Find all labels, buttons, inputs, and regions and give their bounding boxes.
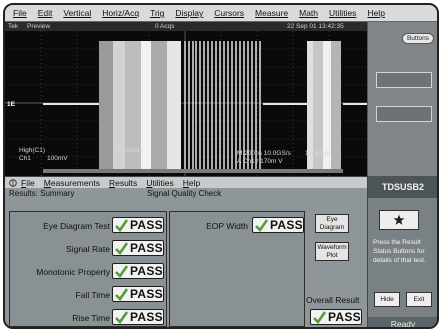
side-panel: TDSUSB2 Press the Result Status Buttons …	[367, 176, 437, 327]
channel-marker: 1E	[7, 101, 15, 108]
check-icon	[115, 310, 128, 324]
status-star-button[interactable]	[379, 210, 419, 230]
eye-diagram-test-pass-button[interactable]: PASS	[112, 217, 164, 233]
scope-status: Tek	[8, 23, 19, 30]
readout-slot-1	[376, 72, 432, 88]
hide-button[interactable]: Hide	[374, 292, 400, 307]
channel-label: Ch1	[19, 155, 31, 162]
overall-result-label: Overall Result	[306, 295, 360, 305]
menu-cursors[interactable]: Cursors	[214, 8, 244, 18]
exit-button[interactable]: Exit	[406, 292, 432, 307]
results-area: Eye Diagram Test PASS Signal Rate PASS M…	[5, 199, 367, 327]
pass-label: PASS	[328, 310, 361, 324]
app-menu-bar: File Measurements Results Utilities Help	[5, 176, 367, 188]
eop-width-label: EOP Width	[206, 221, 248, 231]
app-menu-results-rest: esults	[115, 177, 138, 188]
menu-measure[interactable]: Measure	[255, 8, 288, 18]
pass-label: PASS	[130, 241, 163, 255]
scope-status-bar: Tek Preview 0 Acqs 22 Sep 01 13:42:35	[5, 22, 367, 31]
scope-mode: Preview	[27, 23, 51, 30]
test-label: Monotonic Property	[36, 267, 110, 277]
test-results-panel: Eye Diagram Test PASS Signal Rate PASS M…	[9, 211, 167, 327]
check-icon	[115, 218, 128, 232]
waveform-plot-button[interactable]: Waveform Plot	[315, 242, 349, 261]
test-label: Fall Time	[75, 290, 110, 300]
pass-label: PASS	[130, 264, 163, 278]
pass-label: PASS	[130, 310, 163, 324]
scope-timestamp: 22 Sep 01 13:42:35	[287, 23, 344, 30]
buttons-toggle-button[interactable]: Buttons	[402, 33, 434, 44]
menu-horiz-acq[interactable]: Horiz/Acq	[102, 8, 139, 18]
sample-interval-readout: 100ps/pt	[305, 150, 330, 157]
test-label: Rise Time	[72, 313, 110, 323]
app-menu-measurements-rest: easurements	[50, 177, 100, 188]
waveform-display[interactable]: Tek Preview 0 Acqs 22 Sep 01 13:42:35 1E…	[5, 22, 367, 176]
eop-width-pass-button[interactable]: PASS	[252, 217, 304, 233]
readout-slot-2	[376, 106, 432, 122]
pass-label: PASS	[130, 287, 163, 301]
app-title: TDSUSB2	[368, 176, 437, 198]
app-menu-help-rest: elp	[188, 177, 201, 188]
star-icon	[393, 214, 405, 225]
app-menu-file[interactable]: File	[21, 178, 35, 188]
menu-help[interactable]: Help	[367, 8, 384, 18]
signal-rate-pass-button[interactable]: PASS	[112, 240, 164, 256]
menu-vertical[interactable]: Vertical	[63, 8, 91, 18]
check-icon	[115, 287, 128, 301]
menu-utilities[interactable]: Utilities	[329, 8, 356, 18]
check-icon	[313, 310, 326, 324]
test-label: Eye Diagram Test	[43, 221, 110, 231]
help-text: Press the Result Status Buttons for deta…	[373, 239, 426, 264]
status-bar: Ready	[368, 317, 437, 327]
app-window: File Edit Vertical Horiz/Acq Trig Displa…	[3, 3, 439, 329]
pass-label: PASS	[270, 218, 303, 232]
pass-label: PASS	[130, 218, 163, 232]
test-label: Signal Rate	[66, 244, 110, 254]
app-menu-utilities-rest: tilities	[152, 177, 174, 188]
check-icon	[115, 241, 128, 255]
results-summary-label: Results: Summary	[9, 189, 75, 198]
menu-trig[interactable]: Trig	[150, 8, 164, 18]
app-menu-help[interactable]: Help	[183, 178, 200, 188]
check-icon	[115, 264, 128, 278]
channel-scale: 100mV	[47, 155, 68, 162]
eop-panel: EOP Width PASS	[169, 211, 305, 327]
timebase-readout: M 200ns 10.0GS/s	[237, 150, 291, 157]
menu-file[interactable]: File	[13, 8, 27, 18]
app-menu-results[interactable]: Results	[109, 178, 137, 188]
fall-time-pass-button[interactable]: PASS	[112, 286, 164, 302]
rise-time-pass-button[interactable]: PASS	[112, 309, 164, 325]
app-menu-measurements-mnemonic: M	[43, 177, 51, 188]
scope-right-panel: Buttons	[367, 22, 437, 176]
menu-display[interactable]: Display	[175, 8, 203, 18]
scope-menu-bar: File Edit Vertical Horiz/Acq Trig Displa…	[5, 5, 437, 22]
menu-edit[interactable]: Edit	[38, 8, 53, 18]
trigger-readout: A Ch1 / 170m V	[237, 158, 283, 165]
acquisition-count: 0 Acqs	[155, 23, 175, 30]
overall-result-pass-button[interactable]: PASS	[310, 309, 362, 325]
signal-quality-label: Signal Quality Check	[147, 189, 222, 198]
check-icon	[255, 218, 268, 232]
app-menu-file-rest: ile	[26, 177, 35, 188]
unstable-warning: Unstable	[117, 147, 143, 154]
channel-label-high: High(C1)	[19, 147, 46, 154]
eye-diagram-button[interactable]: Eye Diagram	[315, 214, 349, 233]
results-header: Results: Summary Signal Quality Check	[5, 188, 367, 199]
app-icon	[9, 178, 17, 187]
monotonic-property-pass-button[interactable]: PASS	[112, 263, 164, 279]
app-menu-measurements[interactable]: Measurements	[44, 178, 100, 188]
menu-math[interactable]: Math	[299, 8, 318, 18]
app-menu-utilities[interactable]: Utilities	[146, 178, 173, 188]
